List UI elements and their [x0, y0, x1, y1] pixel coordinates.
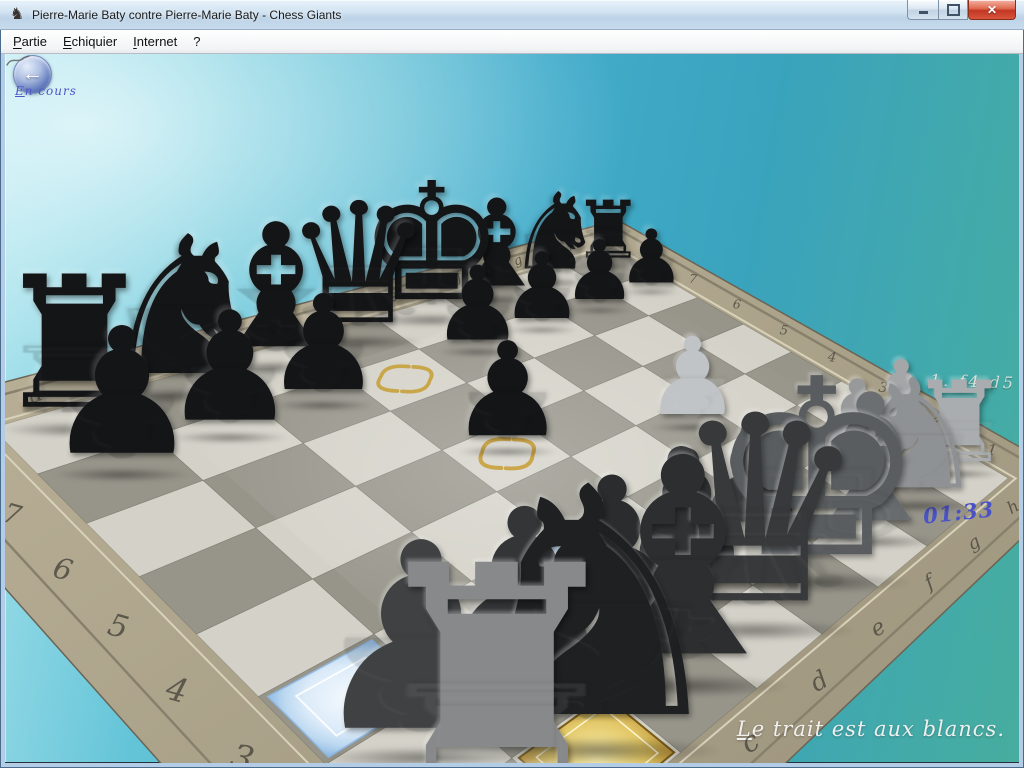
minimize-icon: [919, 11, 928, 14]
menu-item-partie[interactable]: Partie: [5, 31, 55, 52]
menu-item-echiquier[interactable]: Echiquier: [55, 31, 125, 52]
game-scene: 1122334455667788aabbccddeeffgghh♜♞♟♝♟♚♟♛…: [5, 54, 1019, 763]
restore-icon: [947, 4, 960, 16]
frame-label-4: 4: [162, 669, 192, 711]
quill-doodle-icon: [5, 54, 31, 68]
restore-button[interactable]: [938, 0, 968, 20]
frame-label-g: g: [963, 531, 984, 555]
black-pawn-a7[interactable]: ♟: [44, 311, 201, 477]
frame-label-5: 5: [104, 607, 132, 646]
frame-label-6: 6: [732, 296, 742, 312]
menu-item-?[interactable]: ?: [185, 31, 208, 52]
board-objects-layer: 1122334455667788aabbccddeeffgghh♜♞♟♝♟♚♟♛…: [5, 54, 1019, 763]
frame-label-6: 6: [49, 550, 76, 588]
frame-label-d: d: [805, 664, 833, 697]
white-rook-a1[interactable]: ♜: [356, 534, 639, 763]
frame-label-h: h: [1004, 497, 1019, 519]
menu-item-internet[interactable]: Internet: [125, 31, 185, 52]
frame-label-3: 3: [226, 736, 258, 763]
title-bar: ♞ Pierre-Marie Baty contre Pierre-Marie …: [0, 0, 1024, 30]
window-title: Pierre-Marie Baty contre Pierre-Marie Ba…: [32, 8, 341, 22]
chess-giants-window: ♞ Pierre-Marie Baty contre Pierre-Marie …: [0, 0, 1024, 768]
frame-label-7: 7: [5, 498, 25, 533]
minimize-button[interactable]: [907, 0, 938, 20]
status-text: Le trait est aux blancs.: [737, 717, 1005, 741]
close-icon: ✕: [987, 4, 997, 16]
app-icon: ♞: [7, 5, 27, 25]
frame-label-7: 7: [688, 271, 698, 286]
menu-bar: PartieEchiquierInternet?: [1, 30, 1023, 54]
window-controls: ✕: [907, 0, 1016, 20]
close-button[interactable]: ✕: [968, 0, 1016, 20]
current-game-link[interactable]: En cours: [15, 84, 77, 98]
